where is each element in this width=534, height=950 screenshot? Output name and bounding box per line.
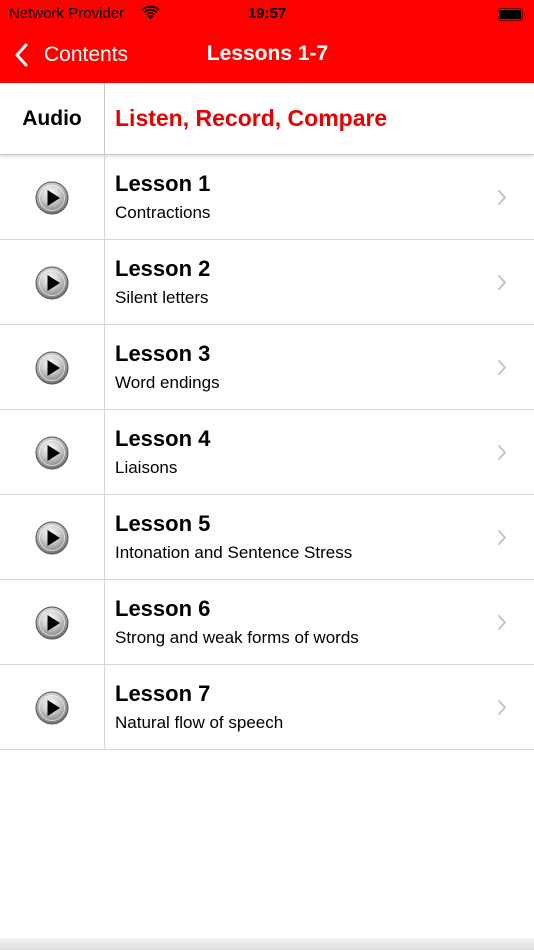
play-button[interactable]	[0, 410, 105, 495]
play-icon	[35, 266, 69, 300]
play-button[interactable]	[0, 155, 105, 240]
play-button[interactable]	[0, 665, 105, 750]
chevron-right-icon	[498, 445, 506, 460]
page-title: Lessons 1-7	[0, 42, 534, 66]
lesson-item[interactable]: Lesson 7 Natural flow of speech	[105, 665, 534, 750]
status-bar: Network Provider 19:57	[0, 0, 534, 28]
status-time: 19:57	[247, 5, 287, 22]
lesson-subtitle: Intonation and Sentence Stress	[115, 543, 353, 562]
lesson-list: Lesson 1 Contractions Lesson 2 Silent le…	[0, 155, 534, 750]
lesson-row: Lesson 3 Word endings	[0, 325, 534, 410]
lesson-subtitle: Contractions	[115, 203, 211, 222]
chevron-right-icon	[498, 360, 506, 375]
audio-column-header: Audio	[0, 83, 105, 155]
section-header: Audio Listen, Record, Compare	[0, 83, 534, 155]
lesson-item[interactable]: Lesson 3 Word endings	[105, 325, 534, 410]
lesson-row: Lesson 5 Intonation and Sentence Stress	[0, 495, 534, 580]
lesson-title: Lesson 5	[115, 511, 211, 536]
play-button[interactable]	[0, 325, 105, 410]
play-button[interactable]	[0, 240, 105, 325]
lesson-item[interactable]: Lesson 1 Contractions	[105, 155, 534, 240]
lesson-item[interactable]: Lesson 6 Strong and weak forms of words	[105, 580, 534, 665]
lesson-title: Lesson 1	[115, 171, 211, 196]
lesson-title: Lesson 3	[115, 341, 211, 366]
lesson-row: Lesson 4 Liaisons	[0, 410, 534, 495]
lesson-title: Lesson 7	[115, 681, 211, 706]
play-icon	[35, 351, 69, 385]
lesson-item[interactable]: Lesson 5 Intonation and Sentence Stress	[105, 495, 534, 580]
lesson-title: Lesson 2	[115, 256, 211, 281]
play-icon	[35, 181, 69, 215]
play-button[interactable]	[0, 495, 105, 580]
lesson-row: Lesson 2 Silent letters	[0, 240, 534, 325]
lesson-subtitle: Silent letters	[115, 288, 209, 307]
play-icon	[35, 436, 69, 470]
lesson-subtitle: Strong and weak forms of words	[115, 628, 359, 647]
lesson-subtitle: Natural flow of speech	[115, 713, 284, 732]
play-icon	[35, 521, 69, 555]
lesson-title: Lesson 4	[115, 426, 211, 451]
lesson-row: Lesson 1 Contractions	[0, 155, 534, 240]
lesson-subtitle: Word endings	[115, 373, 220, 392]
page-title-text: Lessons 1-7	[206, 42, 329, 65]
chevron-right-icon	[498, 190, 506, 205]
navigation-bar: Contents Lessons 1-7	[0, 28, 534, 83]
chevron-right-icon	[498, 530, 506, 545]
lesson-item[interactable]: Lesson 2 Silent letters	[105, 240, 534, 325]
lesson-title: Lesson 6	[115, 596, 211, 621]
chevron-right-icon	[498, 615, 506, 630]
play-icon	[35, 691, 69, 725]
lesson-row: Lesson 6 Strong and weak forms of words	[0, 580, 534, 665]
battery-icon	[497, 8, 525, 21]
play-icon	[35, 606, 69, 640]
listen-record-compare-button[interactable]: Listen, Record, Compare	[115, 105, 387, 132]
lesson-row: Lesson 7 Natural flow of speech	[0, 665, 534, 750]
lesson-subtitle: Liaisons	[115, 458, 178, 477]
chevron-right-icon	[498, 275, 506, 290]
lesson-item[interactable]: Lesson 4 Liaisons	[105, 410, 534, 495]
chevron-right-icon	[498, 700, 506, 715]
bottom-edge	[0, 938, 534, 950]
play-button[interactable]	[0, 580, 105, 665]
